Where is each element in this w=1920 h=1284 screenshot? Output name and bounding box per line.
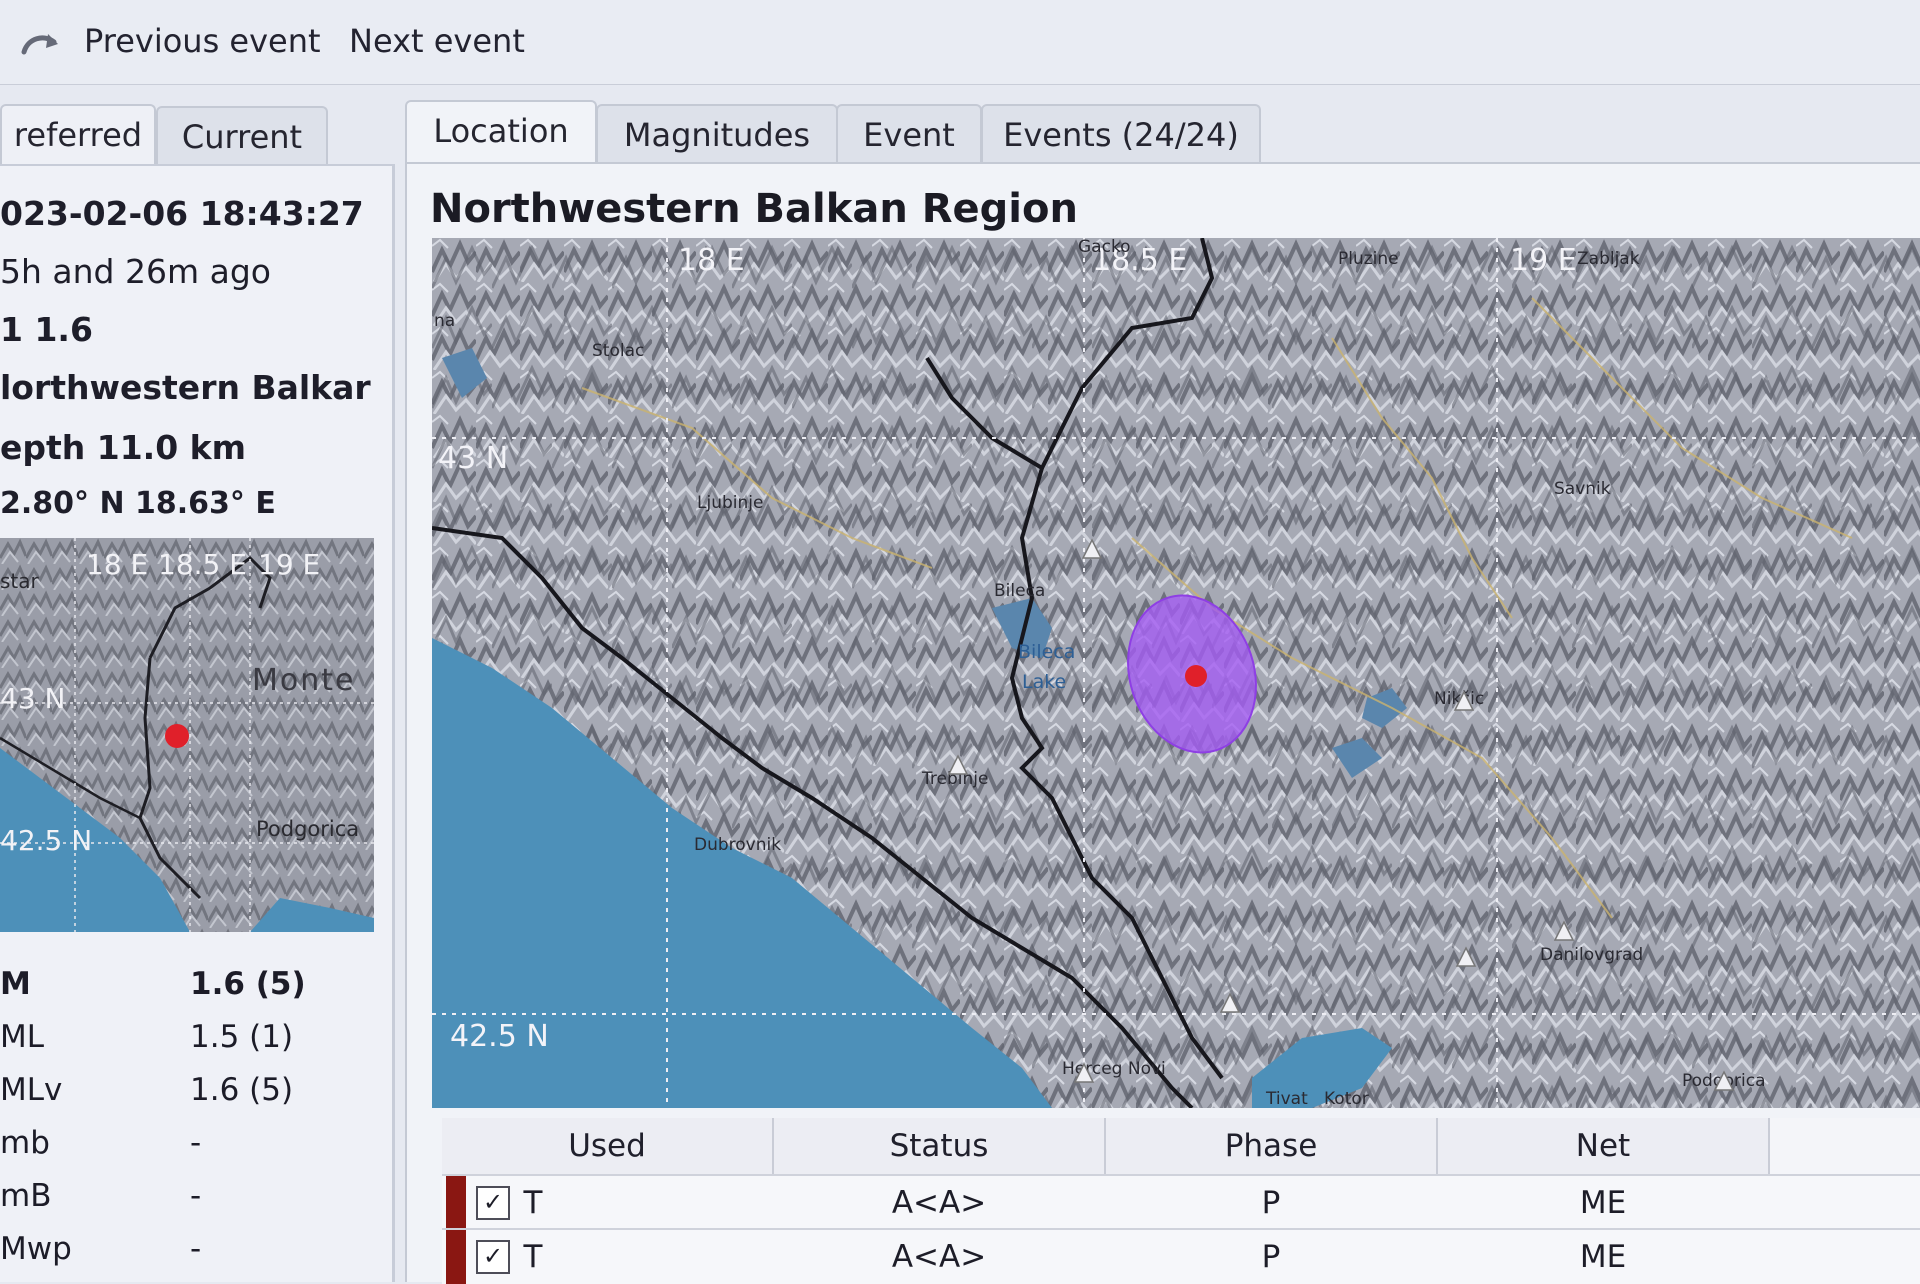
magnitude-type: mB (0, 1178, 52, 1214)
magnitude-amount: 1.6 (5) (190, 966, 306, 1002)
cell-used: T (523, 1185, 543, 1221)
event-map-canvas: 18 E 18.5 E 19 E 43 N 42.5 N Stolac Ljub… (432, 238, 1920, 1108)
mini-place-label: Podgorica (256, 817, 359, 841)
cell-status: A<A> (891, 1239, 987, 1275)
back-arrow-icon[interactable] (18, 28, 62, 62)
depth-value: epth 11.0 km (0, 428, 247, 467)
used-checkbox[interactable]: ✓ (476, 1186, 510, 1220)
toolbar: Previous event Next event (0, 0, 1920, 85)
magnitude-type: MLv (0, 1072, 63, 1108)
place-label: Gacko (1078, 238, 1131, 257)
coordinates: 2.80° N 18.63° E (0, 486, 276, 521)
magnitude-row[interactable]: MLv 1.6 (5) (0, 1072, 380, 1120)
place-label: Kotor (1324, 1089, 1369, 1108)
magnitude-amount: - (190, 1125, 202, 1161)
mini-lat-label: 42.5 N (0, 824, 92, 857)
cell-net: ME (1579, 1239, 1627, 1275)
time-ago: 5h and 26m ago (0, 252, 271, 291)
place-label: na (434, 311, 455, 331)
magnitude-row[interactable]: mb - (0, 1125, 380, 1173)
place-label: Savnik (1554, 479, 1611, 499)
cell-phase: P (1261, 1239, 1281, 1275)
tab-location[interactable]: Location (405, 100, 597, 166)
tab-event[interactable]: Event (836, 104, 982, 164)
epicenter-marker (165, 724, 189, 748)
column-header-status[interactable]: Status (774, 1118, 1106, 1174)
magnitude-amount: - (190, 1231, 202, 1267)
region-title: Northwestern Balkan Region (430, 186, 1078, 232)
place-label: Tivat (1265, 1089, 1308, 1108)
map-lat-label: 43 N (438, 441, 508, 476)
column-header-net[interactable]: Net (1438, 1118, 1770, 1174)
magnitude-row[interactable]: ML 1.5 (1) (0, 1019, 380, 1067)
column-header-phase[interactable]: Phase (1106, 1118, 1438, 1174)
mini-lon-label: 18.5 E (158, 548, 247, 581)
table-row[interactable]: ✓ T A<A> P ME (442, 1228, 1920, 1284)
mini-place-label: star (0, 569, 40, 593)
mini-lon-label: 19 E (258, 548, 320, 581)
place-label: Bileca (994, 581, 1045, 601)
previous-event-button[interactable]: Previous event (84, 22, 321, 60)
magnitude-row[interactable]: M 1.6 (5) (0, 966, 380, 1014)
magnitude-type: ML (0, 1019, 45, 1055)
cell-phase: P (1261, 1185, 1281, 1221)
arrivals-table: Used Status Phase Net ✓ T A<A> P ME ✓ T … (442, 1118, 1920, 1284)
place-label: Bileca (1018, 641, 1075, 663)
tab-current[interactable]: Current (156, 106, 328, 166)
cell-used: T (523, 1239, 543, 1275)
tab-magnitudes[interactable]: Magnitudes (596, 104, 838, 164)
cell-status: A<A> (891, 1185, 987, 1221)
next-event-button[interactable]: Next event (349, 22, 525, 60)
mini-place-label: Monte (252, 663, 355, 698)
magnitude-type: Mwp (0, 1231, 72, 1267)
magnitude-type: M (0, 966, 31, 1002)
place-label: Zabljak (1577, 249, 1640, 269)
mini-map[interactable]: 18 E 18.5 E 19 E 43 N 42.5 N star Monte … (0, 538, 374, 932)
origin-time: 023-02-06 18:43:27 (0, 194, 364, 233)
magnitude-amount: 1.5 (1) (190, 1019, 294, 1055)
magnitude-value: 1 1.6 (0, 310, 93, 349)
place-label: Ljubinje (697, 493, 763, 513)
region-name: lorthwestern Balkar (0, 368, 371, 407)
magnitude-row[interactable]: Mwp - (0, 1231, 380, 1279)
place-label: Danilovgrad (1540, 945, 1643, 965)
tab-preferred[interactable]: referred (0, 104, 156, 168)
place-label: Stolac (592, 341, 644, 361)
map-lon-label: 18 E (678, 243, 745, 278)
column-header-used[interactable]: Used (442, 1118, 774, 1174)
event-summary-panel: 023-02-06 18:43:27 5h and 26m ago 1 1.6 … (0, 164, 395, 1282)
mini-map-canvas: 18 E 18.5 E 19 E 43 N 42.5 N star Monte … (0, 538, 374, 932)
magnitude-row[interactable]: mB - (0, 1178, 380, 1226)
tab-events[interactable]: Events (24/24) (981, 104, 1261, 164)
map-lat-label: 42.5 N (450, 1019, 549, 1054)
table-row[interactable]: ✓ T A<A> P ME (442, 1174, 1920, 1230)
place-label: Lake (1022, 671, 1066, 693)
place-label: Dubrovnik (694, 835, 781, 855)
mini-lat-label: 43 N (0, 682, 65, 715)
magnitude-amount: 1.6 (5) (190, 1072, 294, 1108)
used-checkbox[interactable]: ✓ (476, 1240, 510, 1274)
map-lon-label: 19 E (1510, 243, 1577, 278)
cell-net: ME (1579, 1185, 1627, 1221)
epicenter-marker[interactable] (1185, 665, 1207, 687)
magnitude-amount: - (190, 1178, 202, 1214)
place-label: Pluzine (1338, 249, 1399, 269)
row-marker (446, 1230, 466, 1284)
event-map[interactable]: 18 E 18.5 E 19 E 43 N 42.5 N Stolac Ljub… (432, 238, 1920, 1108)
row-marker (446, 1176, 466, 1230)
mini-lon-label: 18 E (86, 548, 148, 581)
magnitude-type: mb (0, 1125, 50, 1161)
